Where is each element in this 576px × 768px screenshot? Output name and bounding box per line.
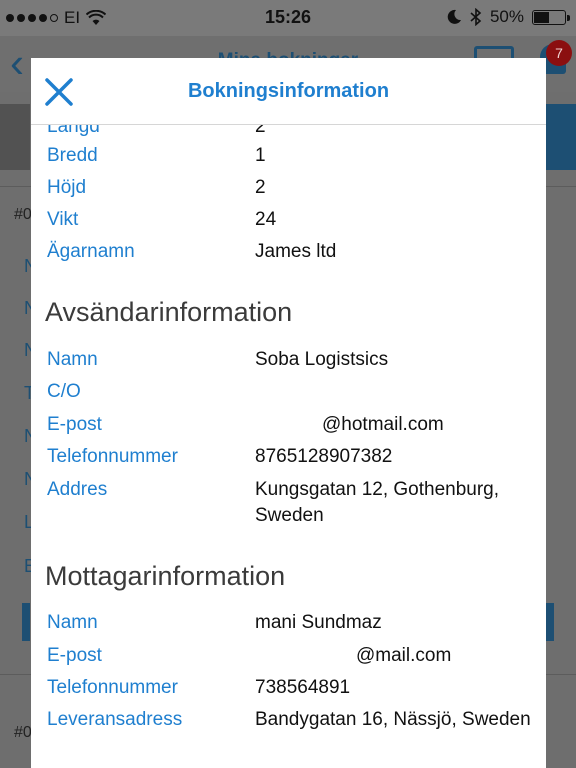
row-value: Kungsgatan 12, Gothenburg, Sweden <box>255 479 500 526</box>
row-value: 2 <box>255 177 266 198</box>
row-label: Telefonnummer <box>47 446 178 467</box>
notification-badge: 7 <box>546 40 572 66</box>
modal-header: Bokningsinformation <box>31 58 546 125</box>
booking-id-prefix: #0 <box>14 206 32 223</box>
row-value: 24 <box>255 209 277 230</box>
background-tab-edge <box>546 104 576 170</box>
battery-percent: 50% <box>489 7 524 26</box>
row-value: 1 <box>255 145 266 166</box>
row-label: Höjd <box>47 177 87 198</box>
background-card-edge <box>0 104 30 170</box>
status-bar: EI 15:26 50% <box>0 0 576 36</box>
row-value: mani Sundmaz <box>255 612 382 633</box>
row-label: Leveransadress <box>47 709 183 730</box>
row-value: Soba Logistsics <box>255 349 389 370</box>
row-label: Telefonnummer <box>47 677 178 698</box>
moon-icon <box>447 9 461 24</box>
row-label: Ägarnamn <box>47 241 135 262</box>
row-value: 738564891 <box>255 677 351 698</box>
row-value: @mail.com <box>356 645 452 666</box>
bluetooth-icon <box>470 8 482 26</box>
row-label: Namn <box>47 612 98 633</box>
row-label: Vikt <box>47 209 79 230</box>
modal-body: Längd 2 Bredd 1 Höjd 2 Vikt 24 Ägarnamn … <box>31 58 546 768</box>
status-right: 50% <box>446 7 570 27</box>
row-label: C/O <box>47 381 81 402</box>
row-label: Addres <box>47 479 108 500</box>
modal-title: Bokningsinformation <box>187 80 390 102</box>
row-label: E-post <box>47 414 102 435</box>
row-value: 8765128907382 <box>255 446 393 467</box>
battery-icon <box>532 9 570 25</box>
row-label: Bredd <box>47 145 98 166</box>
booking-id-prefix: #0 <box>14 724 32 741</box>
receiver-section-title: Mottagarinformation <box>45 561 286 591</box>
row-value: James ltd <box>255 241 337 262</box>
row-label: Namn <box>47 349 98 370</box>
row-value: @hotmail.com <box>322 414 444 435</box>
sender-section-title: Avsändarinformation <box>45 297 293 327</box>
background-button-edge <box>546 603 554 641</box>
row-value: Bandygatan 16, Nässjö, Sweden <box>255 709 531 730</box>
background-button-edge <box>22 603 30 641</box>
row-label: E-post <box>47 645 102 666</box>
booking-info-modal: Längd 2 Bredd 1 Höjd 2 Vikt 24 Ägarnamn … <box>31 58 546 768</box>
